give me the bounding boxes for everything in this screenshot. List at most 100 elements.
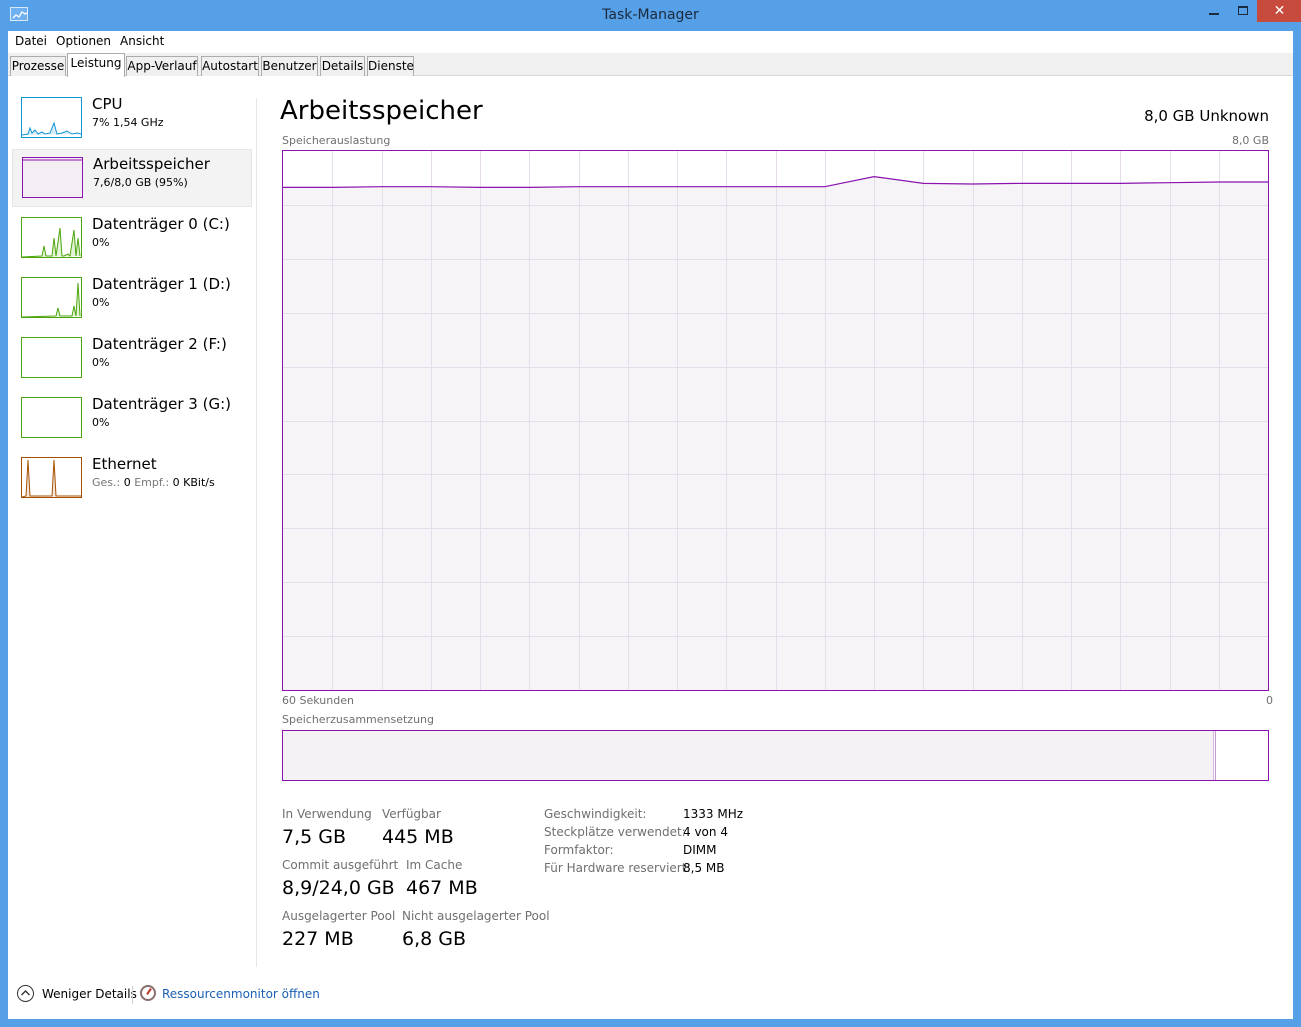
- stat-paged-pool-value: 227 MB: [282, 928, 354, 950]
- menu-bar: Datei Optionen Ansicht: [8, 31, 1293, 51]
- prop-form-factor-key: Formfaktor:: [544, 843, 614, 857]
- prop-hw-reserved-value: 8,5 MB: [683, 861, 725, 875]
- stat-cached-value: 467 MB: [406, 877, 478, 899]
- ethernet-send-label: Ges.:: [92, 476, 121, 489]
- minimize-button[interactable]: [1200, 0, 1228, 22]
- sidebar-item-memory[interactable]: Arbeitsspeicher 7,6/8,0 GB (95%): [12, 149, 252, 207]
- sidebar-item-disk-3[interactable]: Datenträger 3 (G:) 0%: [12, 390, 252, 448]
- ethernet-receive-label: Empf.:: [134, 476, 170, 489]
- sidebar-divider: [256, 98, 257, 967]
- sidebar-disk-1-name: Datenträger 1 (D:): [92, 275, 231, 293]
- stat-nonpaged-pool: Nicht ausgelagerter Pool 6,8 GB: [402, 909, 550, 950]
- tab-prozesse[interactable]: Prozesse: [10, 56, 66, 76]
- disk-2-thumbnail-graph: [21, 337, 82, 378]
- sidebar-ethernet-sub: Ges.: 0 Empf.: 0 KBit/s: [92, 476, 215, 489]
- maximize-button[interactable]: [1229, 0, 1256, 22]
- ethernet-send-value: 0: [123, 476, 131, 489]
- cpu-thumbnail-line: [22, 121, 81, 136]
- stat-available: Verfügbar 445 MB: [382, 807, 454, 848]
- sidebar-item-disk-1[interactable]: Datenträger 1 (D:) 0%: [12, 270, 252, 328]
- close-icon: ✕: [1273, 3, 1286, 19]
- graph-max-label: 8,0 GB: [1231, 134, 1269, 147]
- sidebar-memory-name: Arbeitsspeicher: [93, 155, 210, 173]
- prop-slots-key: Steckplätze verwendet:: [544, 825, 686, 839]
- graph-time-start: 60 Sekunden: [282, 694, 354, 707]
- window-title: Task-Manager: [602, 7, 699, 23]
- graph-time-end: 0: [1266, 694, 1273, 707]
- sidebar-disk-1-sub: 0%: [92, 296, 110, 309]
- disk-0-thumbnail-graph: [21, 217, 82, 258]
- tab-autostart[interactable]: Autostart: [201, 56, 259, 76]
- sidebar-disk-2-sub: 0%: [92, 356, 110, 369]
- page-title: Arbeitsspeicher: [280, 96, 483, 126]
- stat-paged-pool-label: Ausgelagerter Pool: [282, 909, 396, 923]
- tab-app-verlauf[interactable]: App-Verlauf: [126, 56, 198, 76]
- disk-1-thumbnail-graph: [21, 277, 82, 318]
- composition-in-use: [283, 731, 1214, 780]
- menu-ansicht[interactable]: Ansicht: [120, 34, 164, 48]
- disk-3-thumbnail-graph: [21, 397, 82, 438]
- menu-optionen[interactable]: Optionen: [56, 34, 111, 48]
- tab-benutzer[interactable]: Benutzer: [261, 56, 318, 76]
- stat-nonpaged-pool-label: Nicht ausgelagerter Pool: [402, 909, 550, 923]
- footer-bar: Weniger Details Ressourcenmonitor öffnen: [8, 976, 1293, 1019]
- tab-strip: Prozesse Leistung App-Verlauf Autostart …: [8, 53, 1293, 77]
- sidebar-disk-3-sub: 0%: [92, 416, 110, 429]
- client-area: Datei Optionen Ansicht Prozesse Leistung…: [8, 31, 1293, 1019]
- stat-in-use-label: In Verwendung: [282, 807, 372, 821]
- resource-monitor-label: Ressourcenmonitor öffnen: [162, 987, 320, 1001]
- ethernet-thumbnail-graph: [21, 457, 82, 498]
- ethernet-receive-value: 0 KBit/s: [172, 476, 215, 489]
- stat-committed-value: 8,9/24,0 GB: [282, 877, 395, 899]
- task-manager-window: Task-Manager ✕ Datei Optionen Ansicht Pr…: [0, 0, 1301, 1027]
- sidebar-disk-2-name: Datenträger 2 (F:): [92, 335, 227, 353]
- prop-speed-value: 1333 MHz: [683, 807, 744, 821]
- stat-cached-label: Im Cache: [406, 858, 463, 872]
- minimize-icon: [1209, 12, 1219, 15]
- sidebar-disk-0-name: Datenträger 0 (C:): [92, 215, 230, 233]
- stat-nonpaged-pool-value: 6,8 GB: [402, 928, 467, 950]
- stat-in-use: In Verwendung 7,5 GB: [282, 807, 372, 848]
- sidebar-item-cpu[interactable]: CPU 7% 1,54 GHz: [12, 90, 252, 148]
- stat-paged-pool: Ausgelagerter Pool 227 MB: [282, 909, 395, 950]
- sidebar-item-ethernet[interactable]: Ethernet Ges.: 0 Empf.: 0 KBit/s: [12, 450, 252, 508]
- disk-1-thumbnail-line: [22, 282, 81, 317]
- resource-monitor-icon: [140, 985, 156, 1001]
- tab-leistung[interactable]: Leistung: [67, 53, 125, 77]
- title-bar[interactable]: Task-Manager ✕: [0, 0, 1301, 30]
- menu-datei[interactable]: Datei: [15, 34, 47, 48]
- sidebar-disk-3-name: Datenträger 3 (G:): [92, 395, 231, 413]
- composition-label: Speicherzusammensetzung: [282, 713, 434, 726]
- tab-dienste[interactable]: Dienste: [367, 56, 414, 76]
- tab-details[interactable]: Details: [320, 56, 365, 76]
- stat-available-label: Verfügbar: [382, 807, 441, 821]
- sidebar-item-disk-0[interactable]: Datenträger 0 (C:) 0%: [12, 210, 252, 268]
- maximize-icon: [1237, 6, 1248, 15]
- memory-composition-bar: [282, 730, 1269, 781]
- sidebar-cpu-sub: 7% 1,54 GHz: [92, 116, 164, 129]
- fewer-details-label: Weniger Details: [42, 987, 137, 1001]
- chevron-up-icon: [17, 985, 34, 1002]
- memory-capacity: 8,0 GB Unknown: [1144, 107, 1269, 125]
- performance-panel: CPU 7% 1,54 GHz Arbeitsspeicher 7,6/8,0 …: [8, 76, 1293, 976]
- graph-label: Speicherauslastung: [282, 134, 391, 147]
- footer-separator: [132, 986, 133, 1004]
- stat-cached: Im Cache 467 MB: [406, 858, 478, 899]
- prop-hw-reserved-key: Für Hardware reserviert:: [544, 861, 691, 875]
- memory-usage-graph: [282, 150, 1269, 691]
- stat-available-value: 445 MB: [382, 826, 454, 848]
- prop-slots-value: 4 von 4: [683, 825, 728, 839]
- cpu-thumbnail-graph: [21, 97, 82, 138]
- sidebar-ethernet-name: Ethernet: [92, 455, 157, 473]
- close-button[interactable]: ✕: [1257, 0, 1301, 22]
- stat-committed: Commit ausgeführt 8,9/24,0 GB: [282, 858, 398, 899]
- composition-modified: [1215, 731, 1217, 780]
- stat-committed-label: Commit ausgeführt: [282, 858, 399, 872]
- prop-speed-key: Geschwindigkeit:: [544, 807, 647, 821]
- sidebar-disk-0-sub: 0%: [92, 236, 110, 249]
- memory-usage-svg: [283, 151, 1268, 690]
- memory-thumbnail-graph: [22, 157, 83, 198]
- disk-0-thumbnail-line: [22, 227, 81, 257]
- sidebar-memory-sub: 7,6/8,0 GB (95%): [93, 176, 188, 189]
- sidebar-item-disk-2[interactable]: Datenträger 2 (F:) 0%: [12, 330, 252, 388]
